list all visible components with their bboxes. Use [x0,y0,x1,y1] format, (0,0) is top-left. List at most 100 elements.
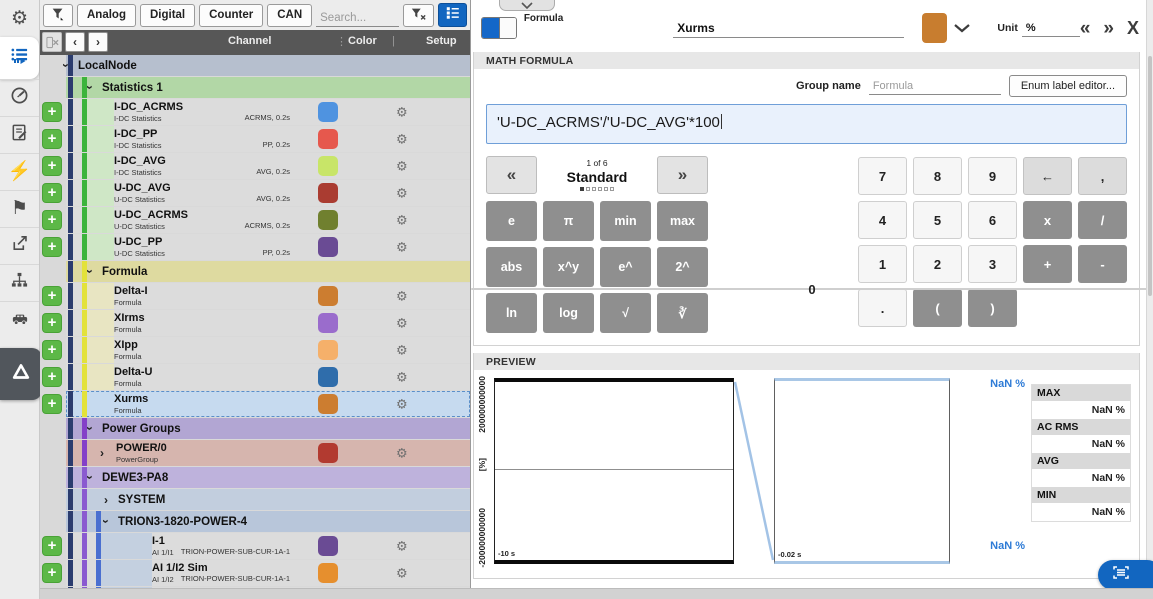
filter-button[interactable] [43,4,73,27]
function-key[interactable]: min [600,201,651,241]
numpad-key[interactable]: 6 [968,201,1017,239]
channel-color-swatch[interactable] [318,286,338,306]
filter-counter-button[interactable]: Counter [199,4,263,27]
group-header[interactable]: ›SYSTEM [40,489,470,510]
channel-setup-gear-icon[interactable]: ⚙ [396,371,408,384]
group-name-input[interactable] [869,78,1001,95]
channel-color-swatch[interactable] [318,210,338,230]
add-channel-button[interactable]: + [42,183,62,203]
add-channel-button[interactable]: + [42,313,62,333]
sidebar-item-settings[interactable]: ⚙ [0,0,39,37]
sidebar-item-vehicle[interactable] [0,301,39,338]
channel-setup-gear-icon[interactable]: ⚙ [396,447,408,460]
channel-color-swatch[interactable] [318,536,338,556]
channel-setup-gear-icon[interactable]: ⚙ [396,540,408,553]
sidebar-item-power[interactable]: ⚡ [0,153,39,190]
column-setup[interactable]: Setup [426,35,457,47]
add-channel-button[interactable]: + [42,210,62,230]
channel-setup-gear-icon[interactable]: ⚙ [396,344,408,357]
column-channel[interactable]: Channel [228,35,271,47]
numpad-key[interactable]: , [1078,157,1127,195]
chevron-down-icon[interactable] [953,23,971,34]
group-header[interactable]: ›Statistics 1 [40,77,470,98]
add-channel-button[interactable]: + [42,286,62,306]
collapse-icon[interactable]: › [60,63,72,67]
channel-color-swatch[interactable] [318,313,338,333]
topology-view-button[interactable] [438,3,467,27]
numpad-key[interactable]: x [1023,201,1072,239]
channel-row[interactable]: +I-DC_AVGI-DC StatisticsAVG, 0.2s⚙ [40,153,470,179]
group-header[interactable]: ›Formula [40,261,470,282]
collapse-icon[interactable]: › [100,519,112,523]
collapse-icon[interactable]: › [84,85,96,89]
group-header[interactable]: ›Power Groups [40,418,470,439]
channel-color-swatch[interactable] [318,443,338,463]
prev-channel-button[interactable]: « [1080,19,1091,38]
channel-setup-gear-icon[interactable]: ⚙ [396,567,408,580]
filter-can-button[interactable]: CAN [267,4,312,27]
expand-icon[interactable]: › [100,447,104,459]
channel-color-swatch[interactable] [318,340,338,360]
numpad-key[interactable]: 1 [858,245,907,283]
keypad-prev-button[interactable]: « [486,156,537,194]
add-channel-button[interactable]: + [42,563,62,583]
channel-row[interactable]: ›POWER/0PowerGroup⚙ [40,440,470,466]
add-channel-button[interactable]: + [42,536,62,556]
enum-label-editor-button[interactable]: Enum label editor... [1009,75,1127,97]
numpad-key[interactable]: 5 [913,201,962,239]
channel-row[interactable]: +I-DC_PPI-DC StatisticsPP, 0.2s⚙ [40,126,470,152]
sidebar-item-export[interactable] [0,227,39,264]
expand-icon[interactable]: › [104,494,108,506]
function-key[interactable]: max [657,201,708,241]
nav-forward-button[interactable]: › [88,32,108,52]
channel-setup-gear-icon[interactable]: ⚙ [396,133,408,146]
channel-row[interactable]: +U-DC_ACRMSU-DC StatisticsACRMS, 0.2s⚙ [40,207,470,233]
group-header[interactable]: ›DEWE3-PA8 [40,467,470,488]
numpad-key[interactable]: ← [1023,157,1072,195]
channel-list-toggle-button[interactable] [1098,560,1153,590]
numpad-key[interactable]: ) [968,289,1017,327]
channel-row[interactable]: +Delta-IFormula⚙ [40,283,470,309]
sidebar-item-marker-flag[interactable]: ⚑ [0,190,39,227]
preview-overview-chart[interactable]: -10 s [494,378,734,564]
add-channel-button[interactable]: + [42,237,62,257]
function-key[interactable]: √ [600,293,651,333]
preview-zoom-chart[interactable]: -0.02 s [774,378,950,564]
filter-digital-button[interactable]: Digital [140,4,195,27]
channel-name-input[interactable] [673,19,904,38]
channel-row[interactable]: +XIppFormula⚙ [40,337,470,363]
numpad-key[interactable]: / [1078,201,1127,239]
collapse-panel-tab[interactable] [499,0,555,11]
formula-toggle[interactable] [481,17,517,39]
keypad-next-button[interactable]: » [657,156,708,194]
channel-row[interactable]: +XIrmsFormula⚙ [40,310,470,336]
channel-color-swatch[interactable] [318,367,338,387]
unit-input[interactable] [1022,20,1080,37]
channel-setup-gear-icon[interactable]: ⚙ [396,398,408,411]
group-header[interactable]: ›LocalNode [40,55,470,76]
column-color[interactable]: Color [348,35,377,47]
channel-row[interactable]: +XurmsFormula⚙ [40,391,470,417]
vertical-scrollbar[interactable] [1146,0,1153,588]
channel-color-swatch[interactable] [922,13,947,43]
sidebar-item-channel-list[interactable] [0,37,39,79]
channel-color-swatch[interactable] [318,394,338,414]
collapse-icon[interactable]: › [84,426,96,430]
channel-color-swatch[interactable] [318,183,338,203]
numpad-key[interactable]: + [1023,245,1072,283]
channel-setup-gear-icon[interactable]: ⚙ [396,241,408,254]
clear-filter-button[interactable] [403,4,434,27]
numpad-key[interactable]: 0 [471,288,1153,290]
channel-row[interactable]: +I-DC_ACRMSI-DC StatisticsACRMS, 0.2s⚙ [40,99,470,125]
numpad-key[interactable]: ( [913,289,962,327]
add-channel-button[interactable]: + [42,340,62,360]
channel-color-swatch[interactable] [318,237,338,257]
filter-analog-button[interactable]: Analog [77,4,136,27]
search-input[interactable] [316,10,399,27]
channel-color-swatch[interactable] [318,129,338,149]
function-key[interactable]: ∛ [657,293,708,333]
next-channel-button[interactable]: » [1103,19,1114,38]
channel-color-swatch[interactable] [318,102,338,122]
numpad-key[interactable]: 7 [858,157,907,195]
channel-row[interactable]: +I-1AI 1/I1TRION-POWER-SUB-CUR-1A-1⚙ [40,533,470,559]
